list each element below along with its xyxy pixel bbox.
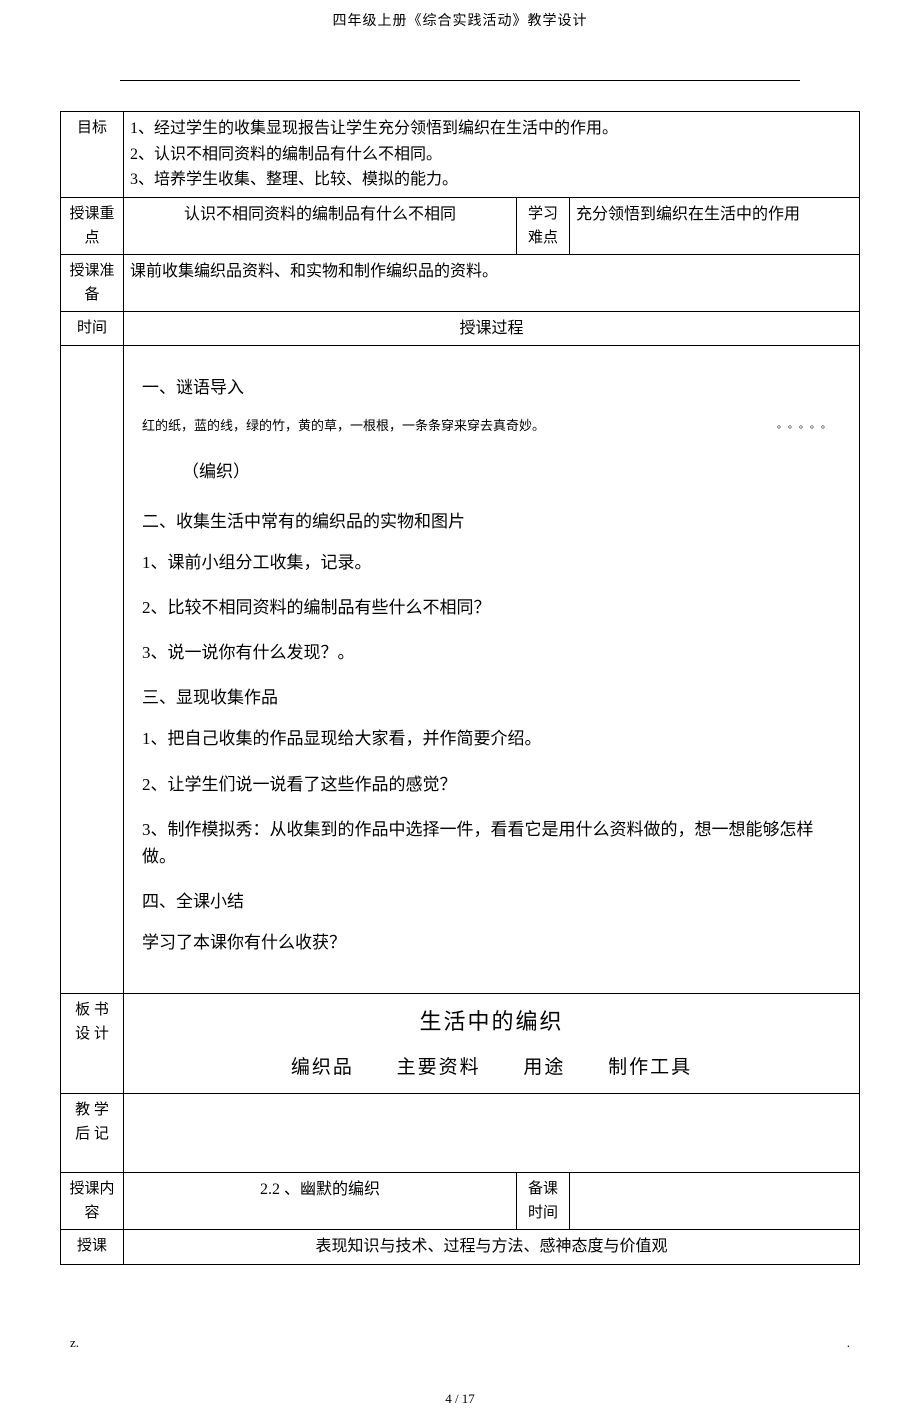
page-header: 四年级上册《综合实践活动》教学设计 bbox=[60, 10, 860, 80]
board-columns: 编织品 主要资料 用途 制作工具 bbox=[130, 1053, 853, 1083]
postnote-char-1: 教 bbox=[75, 1102, 90, 1118]
board-label-char-2: 书 bbox=[94, 1002, 109, 1018]
process-s2-item-2: 2、比较不相同资料的编制品有些什么不相同？ bbox=[142, 594, 841, 621]
process-section-2-title: 二、收集生活中常有的编织品的实物和图片 bbox=[142, 508, 841, 535]
row-process-body: 一、谜语导入 红的纸，蓝的线，绿的竹，黄的草，一根根，一条条穿来穿去真奇妙。 。… bbox=[61, 346, 860, 993]
postnote-char-2: 学 bbox=[94, 1102, 109, 1118]
cell-prep-time-value bbox=[570, 1173, 860, 1230]
row-board-design: 板 书 设 计 生活中的编织 编织品 主要资料 用途 制作工具 bbox=[61, 993, 860, 1094]
process-riddle-answer: （编织） bbox=[182, 458, 841, 485]
riddle-trailing-dots: 。。。。。 bbox=[777, 418, 837, 434]
footer-left: z. bbox=[70, 1335, 79, 1351]
cell-next-teaching-body: 表现知识与技术、过程与方法、感神态度与价值观 bbox=[124, 1230, 860, 1265]
process-s2-item-3: 3、说一说你有什么发现？。 bbox=[142, 639, 841, 666]
cell-time-column bbox=[61, 346, 124, 993]
label-teaching-postnote: 教 学 后 记 bbox=[61, 1094, 124, 1173]
label-time: 时间 bbox=[61, 311, 124, 346]
page-number: 4 / 17 bbox=[60, 1391, 860, 1407]
board-title: 生活中的编织 bbox=[130, 1004, 853, 1039]
process-section-3-title: 三、显现收集作品 bbox=[142, 684, 841, 711]
cell-process-body: 一、谜语导入 红的纸，蓝的线，绿的竹，黄的草，一根根，一条条穿来穿去真奇妙。 。… bbox=[124, 346, 860, 993]
label-next-teaching: 授课 bbox=[61, 1230, 124, 1265]
cell-learn-diff: 充分领悟到编织在生活中的作用 bbox=[570, 197, 860, 254]
label-learn-diff: 学习难点 bbox=[517, 197, 570, 254]
process-s3-item-3: 3、制作模拟秀：从收集到的作品中选择一件，看看它是用什么资料做的，想一想能够怎样… bbox=[142, 816, 841, 870]
label-process-header: 授课过程 bbox=[124, 311, 860, 346]
cell-teaching-postnote bbox=[124, 1094, 860, 1173]
cell-next-content: 2.2 、幽默的编织 bbox=[124, 1173, 517, 1230]
lesson-plan-table: 目标 1、经过学生的收集显现报告让学生充分领悟到编织在生活中的作用。 2、认识不… bbox=[60, 111, 860, 1265]
board-label-char-3: 设 bbox=[75, 1026, 90, 1042]
label-preparation: 授课准备 bbox=[61, 254, 124, 311]
header-separator bbox=[120, 80, 800, 81]
page-footer: z. . bbox=[60, 1335, 860, 1351]
objective-2: 2、认识不相同资料的编制品有什么不相同。 bbox=[130, 142, 853, 168]
process-section-4-title: 四、全课小结 bbox=[142, 888, 841, 915]
cell-teach-focus: 认识不相同资料的编制品有什么不相同 bbox=[124, 197, 517, 254]
label-board-design: 板 书 设 计 bbox=[61, 993, 124, 1094]
board-col-4: 制作工具 bbox=[608, 1057, 692, 1078]
process-section-1-title: 一、谜语导入 bbox=[142, 374, 841, 401]
row-time-process-header: 时间 授课过程 bbox=[61, 311, 860, 346]
row-teaching-postnote: 教 学 后 记 bbox=[61, 1094, 860, 1173]
label-next-content: 授课内容 bbox=[61, 1173, 124, 1230]
process-s2-item-1: 1、课前小组分工收集，记录。 bbox=[142, 549, 841, 576]
postnote-char-4: 记 bbox=[94, 1126, 109, 1142]
prep-time-line2: 时间 bbox=[523, 1201, 563, 1225]
riddle-text: 红的纸，蓝的线，绿的竹，黄的草，一根根，一条条穿来穿去真奇妙。 bbox=[142, 418, 545, 433]
row-next-teaching: 授课 表现知识与技术、过程与方法、感神态度与价值观 bbox=[61, 1230, 860, 1265]
row-preparation: 授课准备 课前收集编织品资料、和实物和制作编织品的资料。 bbox=[61, 254, 860, 311]
process-s3-item-1: 1、把自己收集的作品显现给大家看，并作简要介绍。 bbox=[142, 725, 841, 752]
process-s4-item-1: 学习了本课你有什么收获？ bbox=[142, 929, 841, 956]
objective-3: 3、培养学生收集、整理、比较、模拟的能力。 bbox=[130, 167, 853, 193]
row-objectives: 目标 1、经过学生的收集显现报告让学生充分领悟到编织在生活中的作用。 2、认识不… bbox=[61, 112, 860, 198]
process-riddle: 红的纸，蓝的线，绿的竹，黄的草，一根根，一条条穿来穿去真奇妙。 。。。。。 bbox=[142, 416, 841, 437]
objective-1: 1、经过学生的收集显现报告让学生充分领悟到编织在生活中的作用。 bbox=[130, 116, 853, 142]
board-col-3: 用途 bbox=[523, 1057, 565, 1078]
board-col-1: 编织品 bbox=[291, 1057, 354, 1078]
prep-time-line1: 备课 bbox=[523, 1177, 563, 1201]
cell-objectives: 1、经过学生的收集显现报告让学生充分领悟到编织在生活中的作用。 2、认识不相同资… bbox=[124, 112, 860, 198]
cell-board-design: 生活中的编织 编织品 主要资料 用途 制作工具 bbox=[124, 993, 860, 1094]
row-next-content: 授课内容 2.2 、幽默的编织 备课 时间 bbox=[61, 1173, 860, 1230]
label-prep-time: 备课 时间 bbox=[517, 1173, 570, 1230]
document-page: 四年级上册《综合实践活动》教学设计 目标 1、经过学生的收集显现报告让学生充分领… bbox=[0, 0, 920, 1427]
board-col-2: 主要资料 bbox=[397, 1057, 481, 1078]
row-focus-difficulty: 授课重点 认识不相同资料的编制品有什么不相同 学习难点 充分领悟到编织在生活中的… bbox=[61, 197, 860, 254]
board-label-char-4: 计 bbox=[94, 1026, 109, 1042]
label-teach-focus: 授课重点 bbox=[61, 197, 124, 254]
label-objectives: 目标 bbox=[61, 112, 124, 198]
board-label-char-1: 板 bbox=[75, 1002, 90, 1018]
footer-right: . bbox=[847, 1335, 850, 1351]
cell-preparation: 课前收集编织品资料、和实物和制作编织品的资料。 bbox=[124, 254, 860, 311]
process-s3-item-2: 2、让学生们说一说看了这些作品的感觉？ bbox=[142, 771, 841, 798]
postnote-char-3: 后 bbox=[75, 1126, 90, 1142]
